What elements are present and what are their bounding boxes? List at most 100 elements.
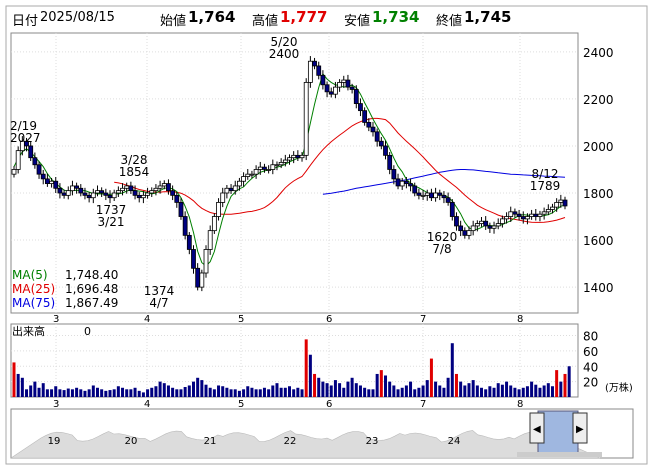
candle-body [99,190,105,194]
candle-body [466,230,472,236]
volume-bar [358,385,362,397]
volume-bar [162,383,166,397]
candle-body [316,65,322,76]
volume-bar [20,377,24,397]
candle-body [128,185,134,192]
legend: MA(5) 1,748.40 MA(25) 1,696.48 MA(75) 1,867.4… [12,268,118,310]
volume-bar [534,384,538,397]
volume-bar [392,385,396,397]
volume-panel-border [10,323,579,398]
candle-body [495,223,501,227]
candle-body [61,192,67,196]
volume-bar [542,385,546,397]
volume-bar [179,389,183,397]
volume-bar [550,386,554,397]
candle-body [562,199,568,207]
candle-body [441,194,447,199]
volume-bar [75,387,79,397]
candle-body [445,197,451,203]
candle-body [57,187,63,194]
volume-bar [79,389,83,397]
volume-bar [342,387,346,397]
candle-body [383,145,388,156]
volume-bar [413,389,417,397]
volume-bar [175,389,179,397]
volume-bar [191,381,195,397]
candle-body [49,180,54,184]
candle-body [157,185,163,189]
volume-bar [37,387,41,397]
candle-body [533,213,539,217]
legend-value: 1,748.40 [65,268,118,282]
candle-body [161,183,167,187]
volume-bar [317,377,321,397]
candle-body [95,190,100,194]
candle-body [149,190,155,194]
volume-bar [505,381,509,397]
volume-value: 0 [84,325,91,338]
volume-bar [271,385,275,397]
candle-body [253,169,259,175]
volume-bar [62,390,66,397]
volume-bar [559,381,563,397]
candle-body [111,192,117,199]
candle-body [232,185,238,192]
x-tick-label: 7 [420,399,426,410]
candle-body [53,180,59,189]
annotation-label: 2027 [10,131,41,145]
volume-bar [258,389,262,397]
candle-body [337,82,342,88]
y-tick-label: 2000 [583,140,614,154]
volume-bar [112,389,116,397]
volume-bar [33,381,37,397]
x-tick-label: 4 [144,399,150,410]
overview-scrollbar [517,452,602,457]
candle-body [307,60,313,83]
volume-bar [459,381,463,397]
volume-bar [567,366,571,397]
volume-bar [283,387,287,397]
volume-bar [400,387,404,397]
volume-bar [446,377,450,397]
volume-bar [250,387,254,397]
candle-body [186,234,192,250]
right-handle-icon: ▶ [576,424,584,435]
candle-body [245,173,251,177]
volume-bar [480,387,484,397]
volume-bar [217,385,221,397]
candle-body [141,194,146,199]
volume-bar [29,385,33,397]
volume-bar [463,385,467,397]
x-tick-label: 8 [517,314,523,325]
volume-bar [404,385,408,397]
volume-bar [141,392,145,397]
volume-bar [91,385,95,397]
annotation-label: 3/21 [98,215,125,229]
volume-bar [325,383,329,397]
candle-body [207,230,213,250]
volume-bar [242,389,246,397]
candle-body [153,187,159,192]
volume-bar [50,389,54,397]
candle-body [462,230,468,236]
annotation-label: 7/8 [432,242,451,256]
volume-bar [429,358,433,397]
volume-bar [438,385,442,397]
candle-body [545,209,551,213]
volume-bar [45,389,49,397]
x-tick-label: 5 [238,314,244,325]
volume-bar [396,389,400,397]
volume-bar [450,343,454,397]
candle-body [554,202,560,208]
volume-bar [233,389,237,397]
legend-name: MA(5) [12,268,48,282]
volume-bar [267,389,271,397]
volume-bar [16,373,20,397]
volume-bar [158,381,162,397]
candle-body [107,194,113,199]
candle-body [211,216,217,232]
candle-body [120,187,125,192]
x-tick-label: 5 [238,399,244,410]
candle-body [295,154,301,159]
volume-bar [492,387,496,397]
